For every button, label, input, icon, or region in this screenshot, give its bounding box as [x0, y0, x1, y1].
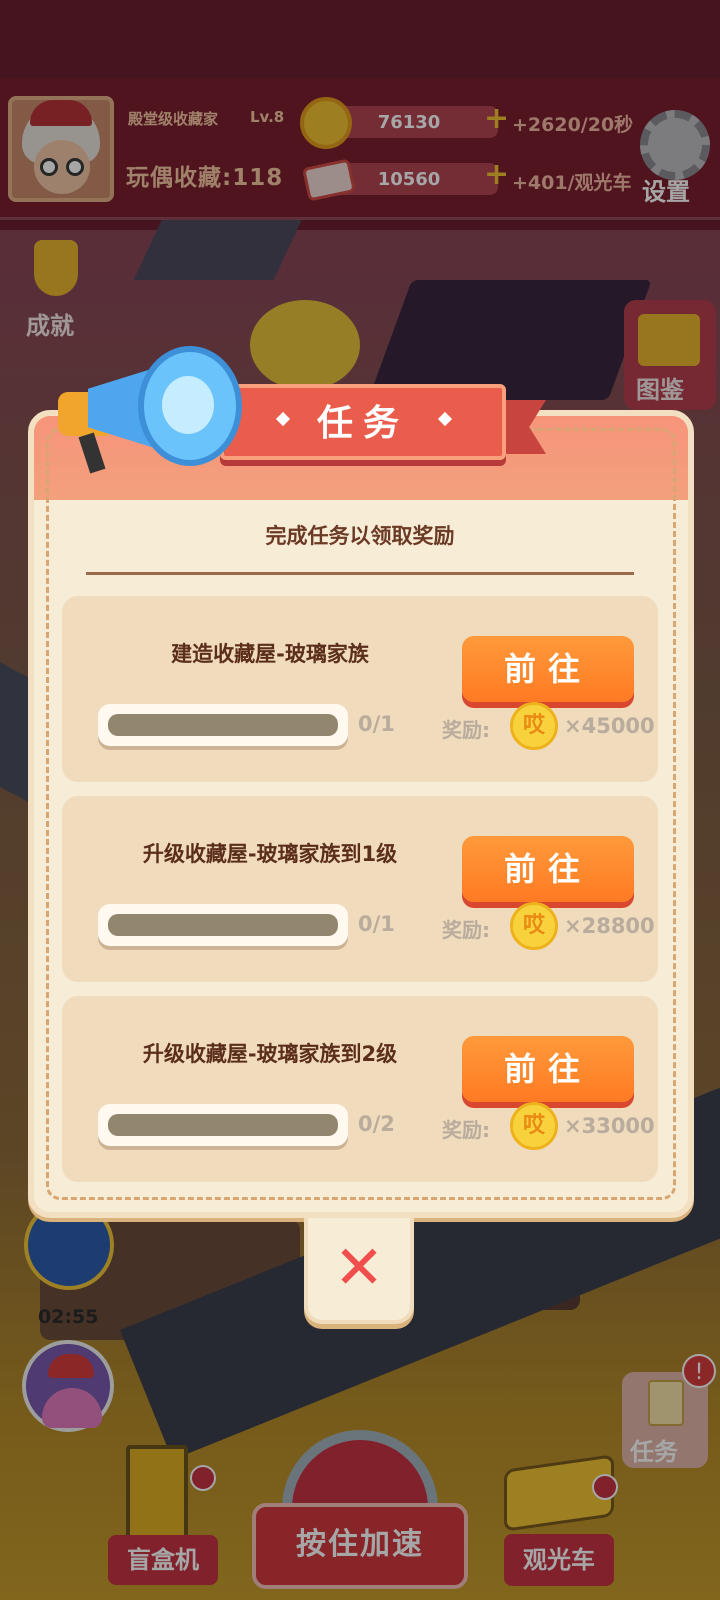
close-icon: ✕	[333, 1233, 385, 1303]
divider	[86, 572, 634, 575]
reward-label: 奖励:	[442, 918, 490, 942]
task-card: 建造收藏屋-玻璃家族 0/1 前往 奖励: 哎 ×45000	[62, 596, 658, 782]
task-card: 升级收藏屋-玻璃家族到2级 0/2 前往 奖励: 哎 ×33000	[62, 996, 658, 1182]
reward-amount: ×45000	[564, 714, 655, 738]
go-button[interactable]: 前往	[462, 636, 634, 702]
coin-icon: 哎	[510, 702, 558, 750]
go-button[interactable]: 前往	[462, 1036, 634, 1102]
dialog-title: 任务	[316, 403, 409, 444]
reward-label: 奖励:	[442, 1118, 490, 1142]
task-progress-text: 0/1	[358, 912, 395, 936]
reward-amount: ×33000	[564, 1114, 655, 1138]
coin-icon: 哎	[510, 902, 558, 950]
task-progress-bar	[98, 1104, 348, 1146]
task-card: 升级收藏屋-玻璃家族到1级 0/1 前往 奖励: 哎 ×28800	[62, 796, 658, 982]
coin-icon: 哎	[510, 1102, 558, 1150]
task-progress-text: 0/2	[358, 1112, 395, 1136]
close-button[interactable]: ✕	[304, 1218, 414, 1324]
reward-amount: ×28800	[564, 914, 655, 938]
task-progress-bar	[98, 704, 348, 746]
go-button[interactable]: 前往	[462, 836, 634, 902]
task-name: 建造收藏屋-玻璃家族	[171, 642, 369, 666]
dialog-subtitle: 完成任务以领取奖励	[265, 524, 455, 548]
task-progress-bar	[98, 904, 348, 946]
task-name: 升级收藏屋-玻璃家族到2级	[142, 1042, 398, 1066]
task-progress-text: 0/1	[358, 712, 395, 736]
megaphone-icon	[54, 346, 242, 486]
task-name: 升级收藏屋-玻璃家族到1级	[142, 842, 398, 866]
reward-label: 奖励:	[442, 718, 490, 742]
